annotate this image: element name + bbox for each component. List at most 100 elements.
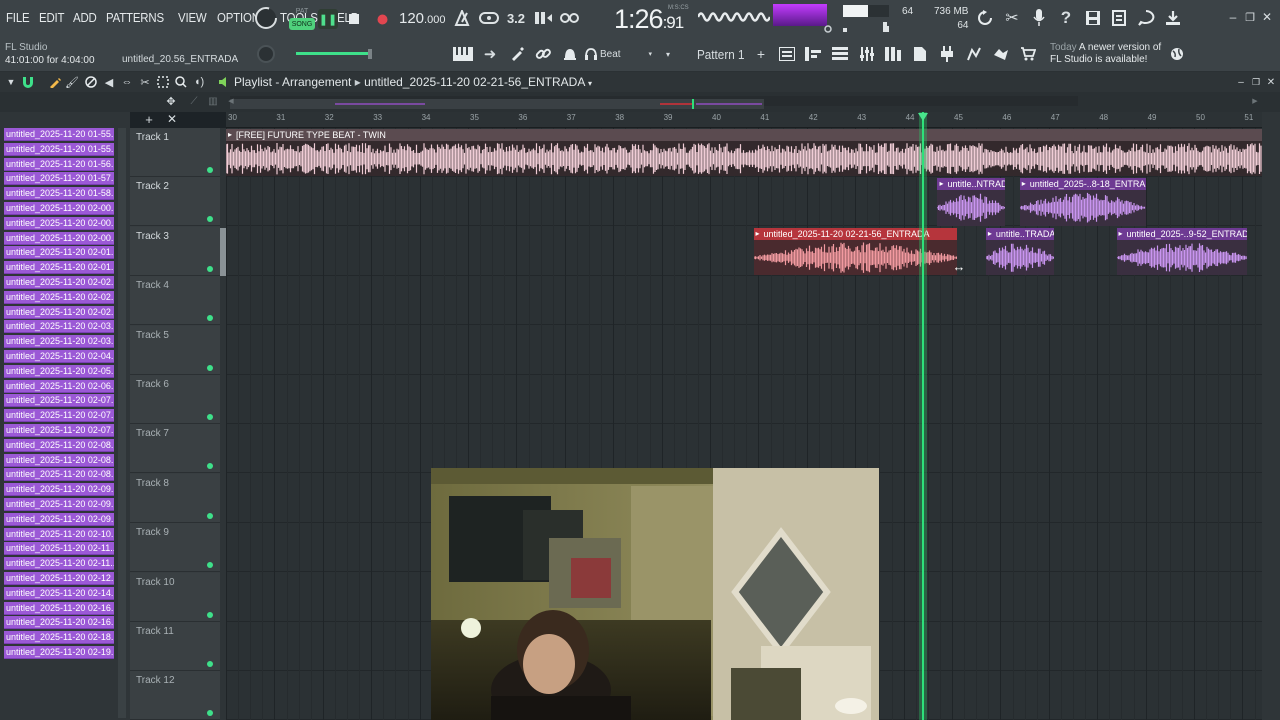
picker-item[interactable]: untitled_2025-11-20 02-09... [4, 512, 114, 526]
menu-view[interactable]: VIEW [178, 10, 207, 25]
master-volume-slider[interactable] [296, 49, 376, 59]
play-icon[interactable]: ❚❚ [318, 9, 338, 29]
delete-icon[interactable] [83, 75, 99, 89]
step-record-icon[interactable] [559, 8, 581, 28]
track-enable-led[interactable] [207, 562, 213, 569]
picker-item[interactable]: untitled_2025-11-20 02-11... [4, 557, 114, 571]
track-header[interactable]: Track 11 [130, 622, 220, 671]
headphones-icon[interactable] [584, 47, 598, 61]
playlist-close-button[interactable]: ✕ [1265, 76, 1277, 88]
playlist-title[interactable]: Playlist - Arrangement ▸ untitled_2025-1… [234, 75, 592, 89]
grid-row[interactable] [226, 326, 1262, 375]
minimize-button[interactable]: – [1226, 10, 1240, 24]
playlist-minimize-button[interactable]: – [1235, 76, 1247, 88]
picker-scrollbar[interactable] [118, 128, 126, 718]
browser-icon[interactable] [910, 45, 930, 63]
restore-button[interactable]: ❐ [1243, 10, 1257, 24]
playhead-marker-icon[interactable] [918, 113, 928, 121]
picker-item[interactable]: untitled_2025-11-20 02-00... [4, 216, 114, 230]
picker-item[interactable]: untitled_2025-11-20 02-02... [4, 290, 114, 304]
track-header[interactable]: Track 4 [130, 276, 220, 326]
track-enable-led[interactable] [207, 315, 213, 322]
grid-row[interactable] [226, 227, 1262, 276]
audio-clip[interactable]: untitle..TRADA [985, 227, 1054, 276]
track-view-icon[interactable]: ▥ [206, 95, 220, 107]
loop-record-icon[interactable] [532, 8, 554, 28]
picker-item[interactable]: untitled_2025-11-20 01-56... [4, 157, 114, 171]
track-tool-icon[interactable]: ⟋ [187, 95, 201, 107]
paint-icon[interactable]: 🖌 [64, 75, 80, 89]
track-header[interactable]: Track 10 [130, 572, 220, 622]
playlist-maximize-button[interactable]: ❐ [1250, 76, 1262, 88]
audio-clip[interactable]: untitled_2025-..8-18_ENTRADA [1019, 178, 1146, 226]
playlist-options-arrow[interactable]: ▼ [5, 76, 17, 88]
track-header[interactable]: Track 9 [130, 523, 220, 573]
metronome-icon[interactable] [451, 8, 473, 28]
picker-item[interactable]: untitled_2025-11-20 02-03... [4, 320, 114, 334]
pattern-select[interactable]: Pattern 1 [697, 45, 747, 63]
overview-left-arrow[interactable]: ◀ [226, 96, 236, 106]
picker-item[interactable]: untitled_2025-11-20 02-11... [4, 542, 114, 556]
monitor-settings-icon[interactable] [823, 24, 833, 34]
track-enable-led[interactable] [207, 512, 213, 519]
picker-item[interactable]: untitled_2025-11-20 02-01... [4, 261, 114, 275]
track-enable-led[interactable] [207, 364, 213, 371]
picker-item[interactable]: untitled_2025-11-20 02-09... [4, 498, 114, 511]
picker-item[interactable]: untitled_2025-11-20 02-08... [4, 468, 114, 482]
picker-item[interactable]: untitled_2025-11-20 02-06... [4, 379, 114, 393]
master-volume-knob[interactable] [254, 6, 278, 30]
picker-item[interactable]: untitled_2025-11-20 02-00... [4, 231, 114, 245]
menu-edit[interactable]: EDIT [39, 10, 65, 25]
wait-icon[interactable] [478, 8, 500, 28]
pat-mode-toggle[interactable]: PAT [289, 6, 315, 16]
track-header[interactable]: Track 2 [130, 177, 220, 227]
mixer-icon[interactable] [857, 45, 877, 63]
picker-item[interactable]: untitled_2025-11-20 01-55... [4, 142, 114, 156]
pattern-dropdown-arrow[interactable]: ▾ [662, 46, 674, 62]
track-header[interactable]: Track 1 [130, 128, 220, 177]
track-enable-led[interactable] [207, 414, 213, 420]
track-header[interactable]: Track 5 [130, 325, 220, 375]
globe-icon[interactable] [1167, 45, 1187, 63]
track-enable-led[interactable] [207, 463, 213, 470]
track-add-plus-icon[interactable]: + [143, 112, 155, 127]
audio-clip[interactable]: [FREE] FUTURE TYPE BEAT - TWIN [226, 129, 1262, 177]
cut-icon[interactable]: ✂ [1001, 8, 1023, 28]
picker-item[interactable]: untitled_2025-11-20 02-12... [4, 572, 114, 585]
picker-item[interactable]: untitled_2025-11-20 02-10... [4, 527, 114, 541]
magnet-icon[interactable] [20, 75, 36, 89]
picker-item[interactable]: untitled_2025-11-20 02-05... [4, 364, 114, 378]
picker-item[interactable]: untitled_2025-11-20 01-58... [4, 187, 114, 201]
record-icon[interactable] [372, 9, 392, 29]
picker-item[interactable]: untitled_2025-11-20 02-09... [4, 483, 114, 497]
picker-item[interactable]: untitled_2025-11-20 02-18... [4, 631, 114, 645]
picker-item[interactable]: untitled_2025-11-20 02-08... [4, 438, 114, 452]
picker-item[interactable]: untitled_2025-11-20 02-04... [4, 350, 114, 363]
track-enable-led[interactable] [207, 167, 213, 173]
channel-list-icon[interactable] [883, 45, 903, 63]
render-icon[interactable] [1108, 8, 1130, 28]
menu-add[interactable]: ADD [73, 10, 97, 25]
audio-clip[interactable]: untitle..NTRADA [937, 178, 1006, 226]
select-icon[interactable] [155, 75, 171, 89]
track-header[interactable]: Track 12 [130, 671, 220, 720]
picker-item[interactable]: untitled_2025-11-20 02-03... [4, 335, 114, 349]
picker-item[interactable]: untitled_2025-11-20 02-16... [4, 601, 114, 615]
link-icon[interactable] [532, 45, 554, 63]
picker-item[interactable]: untitled_2025-11-20 02-14... [4, 586, 114, 600]
playlist-speaker-icon[interactable] [217, 75, 231, 89]
timeline-ruler[interactable]: 30 31 32 33 34 35 36 37 38 39 40 41 42 43 44 45 46 47 48 49… [226, 112, 1262, 128]
picker-item[interactable]: untitled_2025-11-20 02-19... [4, 646, 114, 659]
save-icon[interactable] [1082, 8, 1104, 28]
picker-item[interactable]: untitled_2025-11-20 02-01... [4, 246, 114, 260]
track-header[interactable]: Track 3 [130, 226, 220, 276]
pencil-icon[interactable] [47, 75, 63, 89]
touch-controller-icon[interactable] [964, 45, 984, 63]
track-enable-led[interactable] [207, 611, 213, 618]
picker-item[interactable]: untitled_2025-11-20 02-07... [4, 424, 114, 437]
zoom-icon[interactable] [173, 75, 189, 89]
picker-item[interactable]: untitled_2025-11-20 02-02... [4, 305, 114, 319]
piano-roll-icon[interactable] [452, 45, 474, 63]
track-header[interactable]: Track 7 [130, 424, 220, 474]
playlist-window-icon[interactable] [777, 45, 797, 63]
